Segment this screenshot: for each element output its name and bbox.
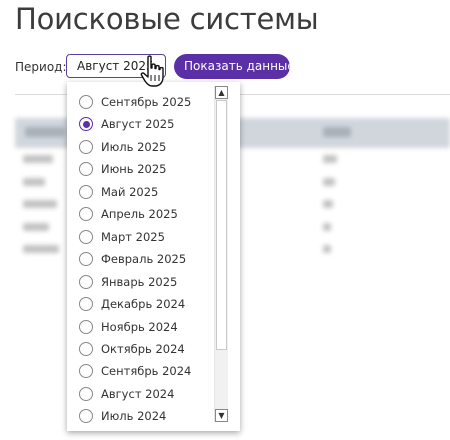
radio-unchecked-icon[interactable] bbox=[79, 364, 93, 379]
scroll-up-icon[interactable]: ▲ bbox=[215, 86, 228, 99]
period-dropdown-list[interactable]: Сентябрь 2025 Август 2025 Июль 2025 Июнь 20… bbox=[67, 82, 240, 431]
dropdown-option-label: Август 2025 bbox=[101, 117, 175, 132]
dropdown-option-label: Ноябрь 2024 bbox=[101, 319, 178, 334]
radio-unchecked-icon[interactable] bbox=[79, 319, 93, 334]
dropdown-option-label: Август 2024 bbox=[101, 386, 175, 401]
dropdown-scrollbar[interactable]: ▲ ▼ bbox=[214, 86, 228, 422]
dropdown-option[interactable]: Август 2024 bbox=[79, 383, 174, 405]
dropdown-option-label: Сентябрь 2025 bbox=[101, 95, 192, 109]
dropdown-option[interactable]: Декабрь 2024 bbox=[79, 293, 185, 315]
dropdown-option[interactable]: Май 2025 bbox=[79, 181, 158, 203]
hand-cursor-icon bbox=[140, 55, 164, 87]
show-data-button[interactable]: Показать данные bbox=[174, 54, 295, 79]
page-title: Поисковые системы bbox=[15, 2, 319, 36]
radio-checked-icon[interactable] bbox=[79, 117, 93, 132]
scrollbar-thumb[interactable] bbox=[216, 100, 227, 350]
radio-unchecked-icon[interactable] bbox=[79, 409, 93, 424]
dropdown-option-label: Июль 2024 bbox=[101, 409, 167, 424]
dropdown-option[interactable]: Октябрь 2024 bbox=[79, 338, 185, 360]
dropdown-option-label: Май 2025 bbox=[101, 184, 159, 199]
radio-unchecked-icon[interactable] bbox=[79, 297, 93, 312]
dropdown-option-label: Июнь 2025 bbox=[101, 162, 167, 177]
dropdown-option[interactable]: Март 2025 bbox=[79, 226, 165, 248]
dropdown-option[interactable]: Апрель 2025 bbox=[79, 203, 178, 225]
radio-unchecked-icon[interactable] bbox=[79, 184, 93, 199]
radio-unchecked-icon[interactable] bbox=[79, 207, 93, 222]
radio-unchecked-icon[interactable] bbox=[79, 252, 93, 267]
radio-unchecked-icon[interactable] bbox=[79, 229, 93, 244]
radio-unchecked-icon[interactable] bbox=[79, 139, 93, 154]
dropdown-option[interactable]: Июль 2024 bbox=[79, 405, 166, 427]
dropdown-option[interactable]: Январь 2025 bbox=[79, 271, 177, 293]
dropdown-option-label: Февраль 2025 bbox=[101, 252, 187, 267]
dropdown-option[interactable]: Август 2025 bbox=[79, 113, 174, 135]
scroll-down-icon[interactable]: ▼ bbox=[215, 409, 228, 422]
period-label: Период: bbox=[15, 60, 67, 74]
radio-unchecked-icon[interactable] bbox=[79, 162, 93, 177]
radio-unchecked-icon[interactable] bbox=[79, 95, 93, 109]
dropdown-option-label: Апрель 2025 bbox=[101, 207, 178, 222]
dropdown-option-label: Декабрь 2024 bbox=[101, 297, 186, 312]
radio-unchecked-icon[interactable] bbox=[79, 386, 93, 401]
dropdown-option[interactable]: Сентябрь 2024 bbox=[79, 360, 191, 382]
dropdown-option-label: Январь 2025 bbox=[101, 274, 178, 289]
dropdown-option[interactable]: Сентябрь 2025 bbox=[79, 91, 191, 113]
dropdown-option-label: Июль 2025 bbox=[101, 139, 167, 154]
dropdown-option-label: Октябрь 2024 bbox=[101, 341, 185, 356]
radio-unchecked-icon[interactable] bbox=[79, 274, 93, 289]
dropdown-option[interactable]: Февраль 2025 bbox=[79, 248, 186, 270]
dropdown-option-label: Сентябрь 2024 bbox=[101, 364, 192, 379]
dropdown-option[interactable]: Июль 2025 bbox=[79, 136, 166, 158]
dropdown-option[interactable]: Июнь 2025 bbox=[79, 158, 167, 180]
dropdown-option-label: Март 2025 bbox=[101, 229, 165, 244]
radio-unchecked-icon[interactable] bbox=[79, 341, 93, 356]
dropdown-option[interactable]: Ноябрь 2024 bbox=[79, 316, 178, 338]
